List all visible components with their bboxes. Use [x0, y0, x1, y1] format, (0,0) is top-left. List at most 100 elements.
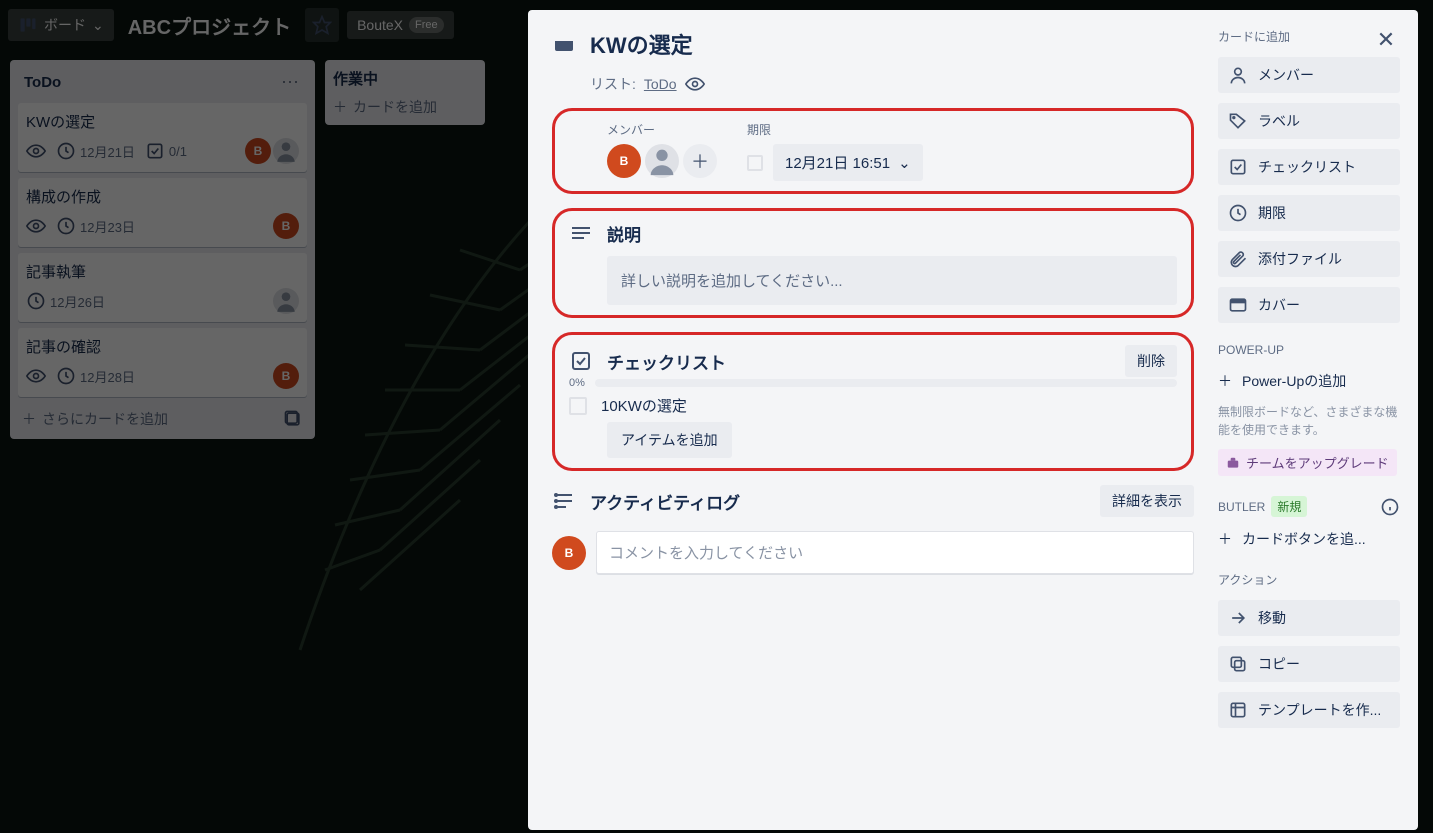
- board-view-label: ボード: [44, 15, 86, 35]
- delete-checklist-button[interactable]: 削除: [1125, 345, 1177, 377]
- close-icon: ✕: [1377, 27, 1395, 53]
- workspace-name: BouteX: [357, 17, 403, 33]
- info-icon[interactable]: [1380, 497, 1400, 517]
- watch-icon[interactable]: [685, 74, 705, 94]
- plus-icon: ＋: [22, 409, 36, 429]
- due-label: 期限: [747, 121, 923, 138]
- members-label: メンバー: [607, 121, 717, 138]
- add-member-button[interactable]: ＋: [683, 144, 717, 178]
- card[interactable]: KWの選定 12月21日 0/1 B: [18, 103, 307, 172]
- add-members-button[interactable]: メンバー: [1218, 57, 1400, 93]
- list-link[interactable]: ToDo: [644, 76, 677, 92]
- arrow-right-icon: [1228, 608, 1248, 628]
- progress-bar: [595, 379, 1177, 387]
- checklist-icon: [569, 349, 593, 373]
- plus-icon: ＋: [1218, 371, 1232, 391]
- add-labels-button[interactable]: ラベル: [1218, 103, 1400, 139]
- card-title: 構成の作成: [26, 186, 299, 207]
- due-date-button[interactable]: 12月21日 16:51 ⌄: [773, 144, 923, 181]
- plus-icon: ＋: [1218, 529, 1232, 549]
- paperclip-icon: [1228, 249, 1248, 269]
- avatar[interactable]: B: [273, 213, 299, 239]
- template-icon[interactable]: [283, 409, 303, 429]
- list-working: 作業中 ＋ カードを追加: [325, 60, 485, 125]
- checklist-icon: [1228, 157, 1248, 177]
- avatar[interactable]: B: [273, 363, 299, 389]
- free-badge: Free: [409, 17, 444, 33]
- template-button[interactable]: テンプレートを作...: [1218, 692, 1400, 728]
- activity-icon: [552, 489, 576, 513]
- butler-heading: BUTLER: [1218, 500, 1265, 514]
- close-button[interactable]: ✕: [1370, 24, 1402, 56]
- board-title[interactable]: ABCプロジェクト: [128, 11, 291, 40]
- card-title: 記事執筆: [26, 261, 299, 282]
- add-cover-button[interactable]: カバー: [1218, 287, 1400, 323]
- show-details-button[interactable]: 詳細を表示: [1100, 485, 1194, 517]
- card-due: 12月23日: [80, 217, 135, 236]
- workspace-chip[interactable]: BouteX Free: [347, 11, 454, 39]
- avatar[interactable]: B: [245, 138, 271, 164]
- card-detail-modal: ✕ KWの選定 リスト: ToDo メンバー B ＋: [528, 10, 1418, 830]
- powerup-note: 無制限ボードなど、さまざまな機能を使用できます。: [1218, 403, 1400, 439]
- card-icon: [552, 32, 576, 56]
- card-title: 記事の確認: [26, 336, 299, 357]
- progress-percent: 0%: [569, 377, 585, 389]
- add-card-label: カードを追加: [353, 97, 437, 117]
- clock-icon: [56, 141, 76, 161]
- avatar[interactable]: B: [607, 144, 641, 178]
- upgrade-button[interactable]: チームをアップグレード: [1218, 449, 1397, 476]
- action-heading: アクション: [1218, 571, 1400, 588]
- checklist-checkbox[interactable]: [569, 397, 587, 415]
- card-title: KWの選定: [26, 111, 299, 132]
- add-due-button[interactable]: 期限: [1218, 195, 1400, 231]
- add-attachment-button[interactable]: 添付ファイル: [1218, 241, 1400, 277]
- due-checkbox[interactable]: [747, 155, 763, 171]
- list-prefix: リスト:: [590, 74, 636, 94]
- add-card-button[interactable]: ＋ カードを追加: [333, 97, 477, 117]
- clock-icon: [26, 291, 46, 311]
- board-icon: [18, 15, 38, 35]
- card[interactable]: 記事執筆 12月26日: [18, 253, 307, 322]
- clock-icon: [56, 216, 76, 236]
- new-badge: 新規: [1271, 496, 1307, 517]
- description-icon: [569, 222, 593, 246]
- list-title[interactable]: 作業中: [333, 68, 477, 89]
- move-button[interactable]: 移動: [1218, 600, 1400, 636]
- copy-icon: [1228, 654, 1248, 674]
- activity-heading: アクティビティログ: [590, 489, 740, 514]
- checklist-heading[interactable]: チェックリスト: [607, 349, 726, 374]
- add-checklist-button[interactable]: チェックリスト: [1218, 149, 1400, 185]
- add-powerup-button[interactable]: ＋Power-Upの追加: [1218, 369, 1400, 393]
- avatar[interactable]: [273, 138, 299, 164]
- star-button[interactable]: [305, 8, 339, 42]
- add-card-button[interactable]: ＋ さらにカードを追加: [22, 409, 168, 429]
- card-detail-title[interactable]: KWの選定: [590, 28, 693, 60]
- due-value: 12月21日 16:51: [785, 152, 890, 173]
- add-card-label: さらにカードを追加: [42, 409, 168, 429]
- description-input[interactable]: 詳しい説明を追加してください...: [607, 256, 1177, 305]
- avatar[interactable]: [273, 288, 299, 314]
- description-heading: 説明: [607, 221, 641, 246]
- comment-input[interactable]: コメントを入力してください: [596, 531, 1194, 574]
- cover-icon: [1228, 295, 1248, 315]
- clock-icon: [56, 366, 76, 386]
- template-icon: [1228, 700, 1248, 720]
- card-due: 12月21日: [80, 142, 135, 161]
- list-menu-button[interactable]: ⋯: [281, 72, 301, 93]
- avatar: B: [552, 536, 586, 570]
- card[interactable]: 構成の作成 12月23日 B: [18, 178, 307, 247]
- avatar[interactable]: [645, 144, 679, 178]
- list-title[interactable]: ToDo: [24, 74, 61, 91]
- add-card-button-butler[interactable]: ＋カードボタンを追...: [1218, 527, 1400, 551]
- plus-icon: ＋: [691, 148, 709, 174]
- copy-button[interactable]: コピー: [1218, 646, 1400, 682]
- add-checklist-item-button[interactable]: アイテムを追加: [607, 422, 732, 458]
- briefcase-icon: [1226, 456, 1240, 470]
- clock-icon: [1228, 203, 1248, 223]
- list-todo: ToDo ⋯ KWの選定 12月21日 0/1 B 構成の作成 12月23日 B: [10, 60, 315, 439]
- checklist-item-text[interactable]: 10KWの選定: [601, 395, 687, 416]
- watch-icon: [26, 366, 46, 386]
- board-view-button[interactable]: ボード ⌄: [8, 9, 114, 41]
- checklist-icon: [145, 141, 165, 161]
- card[interactable]: 記事の確認 12月28日 B: [18, 328, 307, 397]
